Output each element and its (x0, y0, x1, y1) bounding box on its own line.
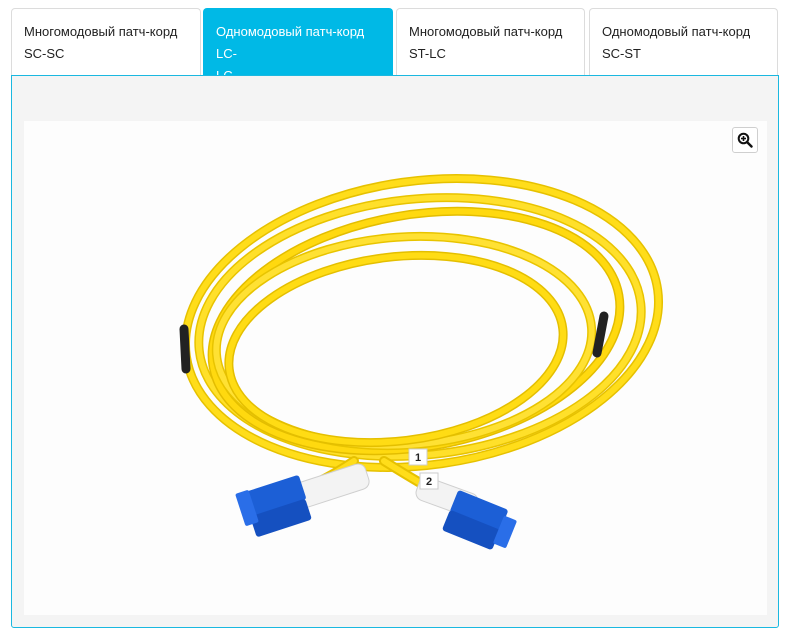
cable-marker (179, 324, 191, 374)
tab-label: Одномодовый патч-корд SC-ST (602, 24, 751, 61)
lc-connector-left (235, 475, 312, 537)
product-image[interactable]: 1 2 (24, 121, 767, 615)
zoom-in-icon (737, 132, 753, 148)
tab-st-lc[interactable]: Многомодовый патч-корд ST-LC (396, 8, 585, 76)
tab-label: Многомодовый патч-корд ST-LC (409, 24, 563, 61)
tab-label: Многомодовый патч-корд SC-SC (24, 24, 178, 61)
tab-bar: Многомодовый патч-корд SC-SC Одномодовый… (0, 0, 788, 83)
tab-sc-sc[interactable]: Многомодовый патч-корд SC-SC (11, 8, 201, 76)
svg-text:1: 1 (415, 452, 421, 464)
svg-text:2: 2 (426, 476, 432, 488)
tab-sc-st[interactable]: Одномодовый патч-корд SC-ST (589, 8, 778, 76)
patch-cord-illustration: 1 2 (179, 174, 664, 550)
tab-content-panel: 1 2 (11, 75, 779, 628)
zoom-in-button[interactable] (732, 127, 758, 153)
tab-lc-lc[interactable]: Одномодовый патч-корд LC- LC (203, 8, 393, 83)
